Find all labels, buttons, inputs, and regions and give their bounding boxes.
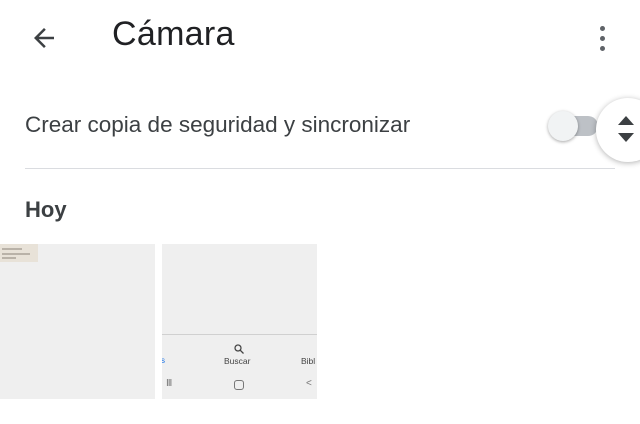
photo-thumbnail[interactable]: s Buscar Bibl III < — [162, 244, 317, 399]
more-options-button[interactable] — [588, 20, 616, 56]
screenshot-line — [2, 248, 22, 250]
toggle-thumb — [548, 111, 578, 141]
home-icon — [234, 380, 244, 390]
screenshot-content — [0, 244, 38, 262]
more-vert-icon-dot — [599, 35, 605, 41]
recents-icon: III — [166, 378, 172, 389]
chevron-up-icon — [618, 116, 634, 125]
date-header-today: Hoy — [25, 197, 67, 222]
backup-sync-label: Crear copia de seguridad y sincronizar — [25, 112, 411, 137]
screenshot-line — [2, 253, 30, 255]
more-vert-icon — [599, 25, 605, 31]
page-title: Cámara — [112, 15, 235, 53]
back-button[interactable] — [22, 18, 66, 58]
divider — [25, 168, 615, 169]
screenshot-nav-divider — [162, 334, 317, 335]
backup-sync-toggle[interactable] — [548, 111, 600, 141]
screenshot-line — [2, 257, 16, 259]
chevron-down-icon — [618, 133, 634, 142]
camera-folder-screen: Cámara Crear copia de seguridad y sincro… — [0, 0, 640, 424]
photo-thumbnail[interactable] — [0, 244, 155, 399]
arrow-back-icon — [34, 28, 54, 48]
search-icon — [234, 344, 244, 354]
backup-sync-row[interactable]: Crear copia de seguridad y sincronizar — [0, 98, 640, 154]
more-vert-icon-dot — [599, 45, 605, 51]
screenshot-nav-label: Bibl — [301, 356, 316, 366]
screenshot-nav-label: Buscar — [224, 356, 251, 366]
back-nav-icon: < — [306, 378, 312, 389]
screenshot-nav-label: s — [162, 356, 165, 365]
